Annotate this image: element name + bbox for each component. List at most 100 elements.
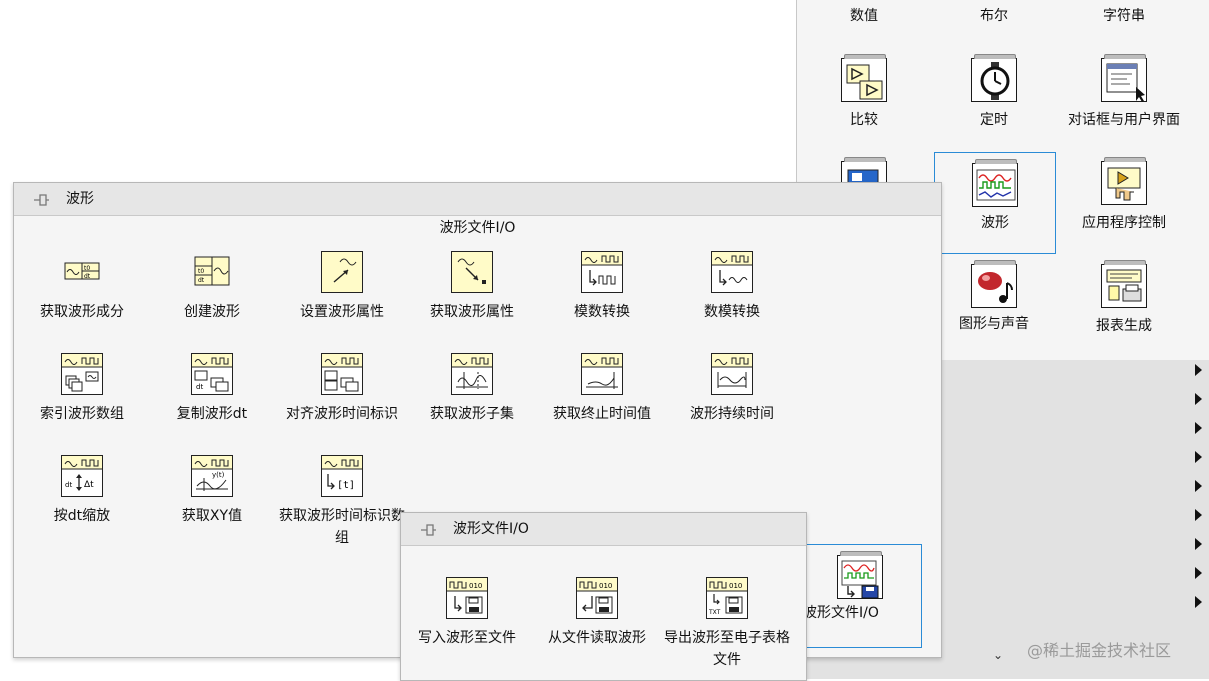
waveform-file-io-titlebar[interactable]: 波形文件I/O: [401, 513, 806, 546]
palette-item-label: 比较: [850, 112, 878, 128]
vi-label: 写入波形至文件: [418, 630, 516, 646]
get-waveform-subset-icon: [451, 353, 493, 395]
vi-set-waveform-attribute[interactable]: 设置波形属性: [278, 251, 406, 323]
vi-align-waveform-timestamps[interactable]: 对齐波形时间标识: [278, 353, 406, 425]
vi-get-waveform-components[interactable]: t0 dt 获取波形成分: [18, 251, 146, 323]
palette-item-waveform-file-io[interactable]: 波形文件I/O: [802, 544, 922, 648]
palette-item-label: 数值: [850, 8, 878, 24]
vi-label: 复制波形dt: [176, 406, 248, 422]
waveform-file-io-header: 波形文件I/O: [439, 220, 516, 236]
vi-label: 索引波形数组: [40, 406, 124, 422]
vi-label: 数模转换: [704, 304, 760, 320]
vi-scale-delta-t[interactable]: dt Δt 按dt缩放: [18, 455, 146, 527]
watermark: @稀土掘金技术社区: [1027, 641, 1172, 660]
get-waveform-components-icon: t0 dt: [61, 251, 103, 293]
waveform-file-io-icon: [837, 551, 883, 599]
expand-arrow-icon[interactable]: [1195, 422, 1202, 434]
waveform-duration-icon: [711, 353, 753, 395]
palette-item-dialog-ui[interactable]: 对话框与用户界面: [1064, 50, 1184, 150]
get-final-time-value-icon: [581, 353, 623, 395]
svg-text:010: 010: [729, 582, 742, 590]
vi-build-waveform[interactable]: t0 dt 创建波形: [148, 251, 276, 323]
vi-get-waveform-attribute[interactable]: 获取波形属性: [408, 251, 536, 323]
palette-item-app-control[interactable]: 应用程序控制: [1064, 153, 1184, 253]
waveform-palette-title: 波形: [66, 191, 94, 207]
vi-copy-waveform-dt[interactable]: dt 复制波形dt: [148, 353, 276, 425]
palette-item-graphics-sound[interactable]: 图形与声音: [934, 256, 1054, 356]
set-waveform-attribute-icon: [321, 251, 363, 293]
app-control-icon: [1101, 157, 1147, 205]
palette-item-waveform[interactable]: 波形: [934, 152, 1056, 254]
vi-digital-to-analog[interactable]: 数模转换: [668, 251, 796, 323]
waveform-palette-titlebar[interactable]: 波形: [14, 183, 941, 216]
expand-arrow-icon[interactable]: [1195, 596, 1202, 608]
palette-item-report[interactable]: 报表生成: [1064, 256, 1184, 356]
vi-get-xy-value[interactable]: y(t) 获取XY值: [148, 455, 276, 527]
palette-item-label: 图形与声音: [959, 316, 1029, 332]
more-chevron-icon[interactable]: ⌄: [993, 648, 1003, 662]
expand-arrow-icon[interactable]: [1195, 364, 1202, 376]
copy-waveform-dt-icon: dt: [191, 353, 233, 395]
palette-item-label: 布尔: [980, 8, 1008, 24]
svg-text:t0: t0: [84, 265, 90, 272]
svg-text:t0: t0: [198, 268, 204, 275]
vi-label: 获取XY值: [181, 508, 243, 524]
vi-get-final-time-value[interactable]: 获取终止时间值: [538, 353, 666, 425]
waveform-file-io-title: 波形文件I/O: [453, 521, 529, 537]
expand-arrow-icon[interactable]: [1195, 538, 1202, 550]
svg-text:dt: dt: [84, 273, 91, 280]
vi-write-waveforms-to-file[interactable]: 010 写入波形至文件: [403, 577, 531, 649]
svg-text:010: 010: [599, 582, 612, 590]
timing-icon: [971, 54, 1017, 102]
pin-icon[interactable]: [32, 193, 50, 207]
svg-text:y(t): y(t): [212, 471, 225, 479]
vi-get-waveform-subset[interactable]: 获取波形子集: [408, 353, 536, 425]
graphics-sound-icon: [971, 260, 1017, 308]
read-waveform-from-file-icon: 010: [576, 577, 618, 619]
get-waveform-time-array-icon: [t]: [321, 455, 363, 497]
palette-item-string[interactable]: 字符串: [1064, 0, 1184, 24]
expand-arrow-icon[interactable]: [1195, 393, 1202, 405]
palette-item-label: 波形文件I/O: [803, 605, 879, 621]
vi-label: 设置波形属性: [300, 304, 384, 320]
expand-arrow-icon[interactable]: [1195, 509, 1202, 521]
svg-text:dt: dt: [196, 383, 203, 391]
comparison-icon: [841, 54, 887, 102]
export-waveforms-to-spreadsheet-icon: 010 TXT: [706, 577, 748, 619]
vi-label: 导出波形至电子表格文件: [664, 630, 790, 668]
palette-item-label: 字符串: [1103, 8, 1145, 24]
vi-get-waveform-time-array[interactable]: [t] 获取波形时间标识数组: [278, 455, 406, 549]
report-icon: [1101, 260, 1147, 308]
index-waveform-array-icon: [61, 353, 103, 395]
palette-item-label: 应用程序控制: [1082, 215, 1166, 231]
vi-label: 获取终止时间值: [553, 406, 651, 422]
svg-text:dt: dt: [198, 277, 205, 284]
vi-waveform-duration[interactable]: 波形持续时间: [668, 353, 796, 425]
vi-label: 获取波形时间标识数组: [279, 508, 405, 546]
svg-text:dt: dt: [65, 481, 72, 489]
vi-read-waveform-from-file[interactable]: 010 从文件读取波形: [533, 577, 661, 649]
vi-index-waveform-array[interactable]: 索引波形数组: [18, 353, 146, 425]
vi-export-waveforms-to-spreadsheet[interactable]: 010 TXT 导出波形至电子表格文件: [663, 577, 791, 671]
vi-label: 创建波形: [184, 304, 240, 320]
vi-analog-to-digital[interactable]: 模数转换: [538, 251, 666, 323]
palette-item-numeric[interactable]: 数值: [804, 0, 924, 24]
waveform-file-io-palette-window: 波形文件I/O 010 写入波形至文件 010 从文件读取波形 010 TXT …: [400, 512, 807, 681]
write-waveforms-to-file-icon: 010: [446, 577, 488, 619]
palette-item-boolean[interactable]: 布尔: [934, 0, 1054, 24]
pin-icon[interactable]: [419, 523, 437, 537]
vi-label: 获取波形属性: [430, 304, 514, 320]
vi-label: 模数转换: [574, 304, 630, 320]
palette-item-timing[interactable]: 定时: [934, 50, 1054, 150]
align-waveform-timestamps-icon: [321, 353, 363, 395]
expand-arrow-icon[interactable]: [1195, 451, 1202, 463]
vi-label: 获取波形成分: [40, 304, 124, 320]
expand-arrow-icon[interactable]: [1195, 567, 1202, 579]
svg-text:TXT: TXT: [708, 609, 721, 616]
expand-arrow-icon[interactable]: [1195, 480, 1202, 492]
svg-text:010: 010: [469, 582, 482, 590]
dialog-ui-icon: [1101, 54, 1147, 102]
palette-item-comparison[interactable]: 比较: [804, 50, 924, 150]
get-waveform-attribute-icon: [451, 251, 493, 293]
vi-label: 波形持续时间: [690, 406, 774, 422]
